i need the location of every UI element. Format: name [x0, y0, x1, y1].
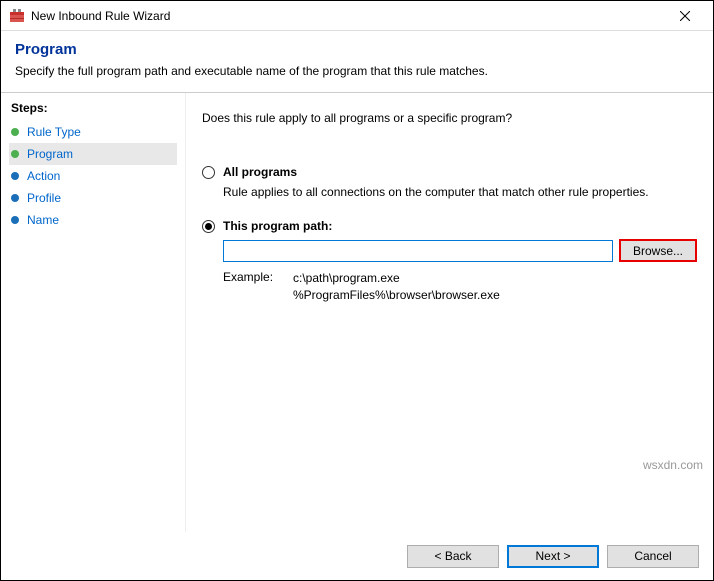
next-button[interactable]: Next >	[507, 545, 599, 568]
step-bullet-icon	[11, 150, 19, 158]
wizard-header: Program Specify the full program path an…	[1, 31, 713, 93]
step-label: Program	[27, 147, 73, 161]
step-profile[interactable]: Profile	[9, 187, 177, 209]
page-title: Program	[15, 41, 699, 58]
question-text: Does this rule apply to all programs or …	[202, 111, 697, 125]
close-button[interactable]	[665, 2, 705, 30]
steps-title: Steps:	[9, 101, 177, 115]
option-all-programs[interactable]: All programs	[202, 165, 697, 179]
step-label: Profile	[27, 191, 61, 205]
step-bullet-icon	[11, 216, 19, 224]
radio-icon[interactable]	[202, 220, 215, 233]
radio-icon[interactable]	[202, 166, 215, 179]
example-label: Example:	[223, 270, 293, 304]
back-button[interactable]: < Back	[407, 545, 499, 568]
option-label: All programs	[223, 165, 297, 179]
watermark: wsxdn.com	[643, 458, 703, 472]
firewall-icon	[9, 8, 25, 24]
wizard-footer: < Back Next > Cancel	[1, 532, 713, 580]
browse-button[interactable]: Browse...	[619, 239, 697, 262]
step-bullet-icon	[11, 194, 19, 202]
example-path-1: c:\path\program.exe	[293, 270, 500, 287]
step-bullet-icon	[11, 128, 19, 136]
step-label: Rule Type	[27, 125, 81, 139]
step-label: Name	[27, 213, 59, 227]
example-paths: c:\path\program.exe %ProgramFiles%\brows…	[293, 270, 500, 304]
step-action[interactable]: Action	[9, 165, 177, 187]
step-program[interactable]: Program	[9, 143, 177, 165]
program-path-input[interactable]	[223, 240, 613, 262]
option-label: This program path:	[223, 219, 332, 233]
title-bar: New Inbound Rule Wizard	[1, 1, 713, 31]
step-label: Action	[27, 169, 60, 183]
step-bullet-icon	[11, 172, 19, 180]
window-title: New Inbound Rule Wizard	[31, 9, 665, 23]
steps-sidebar: Steps: Rule Type Program Action Profile …	[1, 93, 186, 532]
option-this-program-path[interactable]: This program path:	[202, 219, 697, 233]
option-all-programs-desc: Rule applies to all connections on the c…	[223, 185, 697, 199]
page-description: Specify the full program path and execut…	[15, 64, 699, 78]
main-panel: Does this rule apply to all programs or …	[186, 93, 713, 532]
example-path-2: %ProgramFiles%\browser\browser.exe	[293, 287, 500, 304]
step-name[interactable]: Name	[9, 209, 177, 231]
step-rule-type[interactable]: Rule Type	[9, 121, 177, 143]
cancel-button[interactable]: Cancel	[607, 545, 699, 568]
